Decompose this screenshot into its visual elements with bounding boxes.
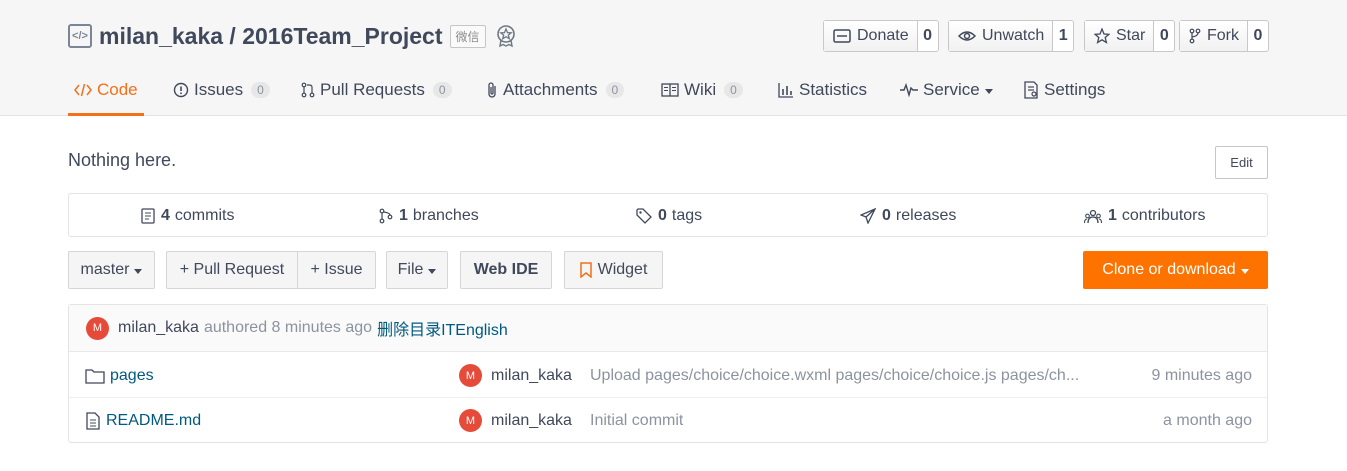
- latest-commit-bar: M milan_kaka authored 8 minutes ago 删除目录…: [69, 305, 1267, 352]
- branch-icon: [379, 208, 393, 224]
- bookmark-icon: [579, 262, 592, 278]
- tab-statistics[interactable]: Statistics: [778, 64, 867, 116]
- stat-contributors[interactable]: 1 contributors: [1084, 194, 1206, 238]
- table-row: pages M milan_kaka Upload pages/choice/c…: [69, 353, 1267, 398]
- donate-count: 0: [923, 27, 933, 44]
- unwatch-label: Unwatch: [982, 27, 1045, 44]
- tag-icon: [636, 208, 652, 224]
- file-commit-message[interactable]: Initial commit: [590, 398, 1110, 443]
- chevron-down-icon: [984, 88, 993, 94]
- clone-download-button[interactable]: Clone or download: [1083, 251, 1268, 289]
- tab-wiki[interactable]: Wiki 0: [661, 64, 743, 116]
- file-commit-time: a month ago: [1163, 411, 1252, 429]
- branch-select[interactable]: master: [68, 251, 155, 289]
- unwatch-button[interactable]: Unwatch 1: [948, 20, 1075, 52]
- star-label: Star: [1116, 27, 1146, 44]
- book-icon: [661, 83, 679, 97]
- avatar: M: [459, 409, 482, 432]
- code-icon: [74, 83, 92, 97]
- repo-description: Nothing here.: [68, 150, 177, 170]
- pull-request-icon: [301, 82, 315, 98]
- chevron-down-icon: [1240, 268, 1249, 274]
- file-link-pages[interactable]: pages: [85, 353, 154, 398]
- bar-chart-icon: [778, 83, 793, 98]
- file-commit-time: 9 minutes ago: [1151, 366, 1252, 384]
- fork-button[interactable]: Fork 0: [1179, 20, 1269, 52]
- award-icon[interactable]: [494, 24, 518, 48]
- folder-icon: [85, 368, 105, 384]
- commit-author[interactable]: milan_kaka: [118, 319, 199, 337]
- stat-branches[interactable]: 1 branches: [379, 194, 479, 238]
- chevron-down-icon: [428, 268, 437, 274]
- file-list: M milan_kaka authored 8 minutes ago 删除目录…: [68, 304, 1268, 443]
- stat-commits[interactable]: 4 commits: [141, 194, 234, 238]
- pulse-icon: [900, 83, 918, 97]
- attachments-count: 0: [605, 82, 625, 98]
- repo-stats-bar: 4 commits 1 branches 0 tags 0 releases 1 cont…: [68, 193, 1268, 237]
- paperclip-icon: [488, 82, 496, 98]
- commit-time: authored 8 minutes ago: [203, 319, 373, 336]
- eye-icon: [958, 31, 976, 41]
- settings-doc-icon: [1024, 81, 1038, 99]
- fork-count: 0: [1253, 27, 1263, 44]
- star-button[interactable]: Star 0: [1084, 20, 1176, 52]
- file-commit-message[interactable]: Upload pages/choice/choice.wxml pages/ch…: [590, 353, 1110, 398]
- web-ide-button[interactable]: Web IDE: [460, 251, 552, 289]
- avatar: M: [459, 364, 482, 387]
- wiki-count: 0: [724, 82, 743, 98]
- tab-code[interactable]: Code: [68, 64, 144, 116]
- fork-icon: [1189, 28, 1201, 44]
- widget-button[interactable]: Widget: [564, 251, 663, 289]
- unwatch-count: 1: [1058, 27, 1068, 44]
- commits-icon: [141, 208, 155, 224]
- file-text-icon: [86, 411, 100, 430]
- tab-attachments[interactable]: Attachments 0: [486, 64, 625, 116]
- donate-button[interactable]: Donate 0: [823, 20, 939, 52]
- tab-settings[interactable]: Settings: [1023, 64, 1105, 116]
- pull-requests-count: 0: [432, 82, 452, 98]
- table-row: README.md M milan_kaka Initial commit a …: [69, 398, 1267, 443]
- donate-label: Donate: [857, 27, 909, 44]
- code-repo-icon: </>: [68, 24, 92, 48]
- chevron-down-icon: [134, 268, 143, 274]
- tab-pull-requests[interactable]: Pull Requests 0: [301, 64, 452, 116]
- tab-service[interactable]: Service: [900, 64, 993, 116]
- repo-title-bar: </> milan_kaka / 2016Team_Project 微信: [68, 20, 518, 52]
- star-count: 0: [1159, 27, 1169, 44]
- avatar[interactable]: M: [86, 316, 109, 340]
- donate-icon: [833, 29, 851, 43]
- file-commit-author[interactable]: M milan_kaka: [459, 353, 572, 398]
- star-icon: [1094, 28, 1110, 44]
- repo-name[interactable]: milan_kaka / 2016Team_Project: [99, 23, 443, 50]
- edit-description-button[interactable]: Edit: [1215, 146, 1268, 179]
- contributors-icon: [1084, 209, 1102, 224]
- stat-releases[interactable]: 0 releases: [860, 194, 956, 238]
- issue-icon: [173, 82, 189, 98]
- new-pull-request-button[interactable]: + Pull Request: [166, 251, 298, 289]
- new-issue-button[interactable]: + Issue: [297, 251, 376, 289]
- repo-header: </> milan_kaka / 2016Team_Project 微信 Don…: [0, 0, 1347, 116]
- stat-tags[interactable]: 0 tags: [636, 194, 702, 238]
- file-menu-button[interactable]: File: [386, 251, 448, 289]
- fork-label: Fork: [1207, 27, 1239, 44]
- paper-plane-icon: [860, 208, 876, 224]
- file-commit-author[interactable]: M milan_kaka: [459, 398, 572, 443]
- commit-message[interactable]: 删除目录ITEnglish: [377, 316, 508, 340]
- issues-count: 0: [251, 82, 270, 98]
- tab-issues[interactable]: Issues 0: [173, 64, 270, 116]
- file-link-readme[interactable]: README.md: [85, 398, 201, 443]
- wechat-badge[interactable]: 微信: [449, 24, 486, 48]
